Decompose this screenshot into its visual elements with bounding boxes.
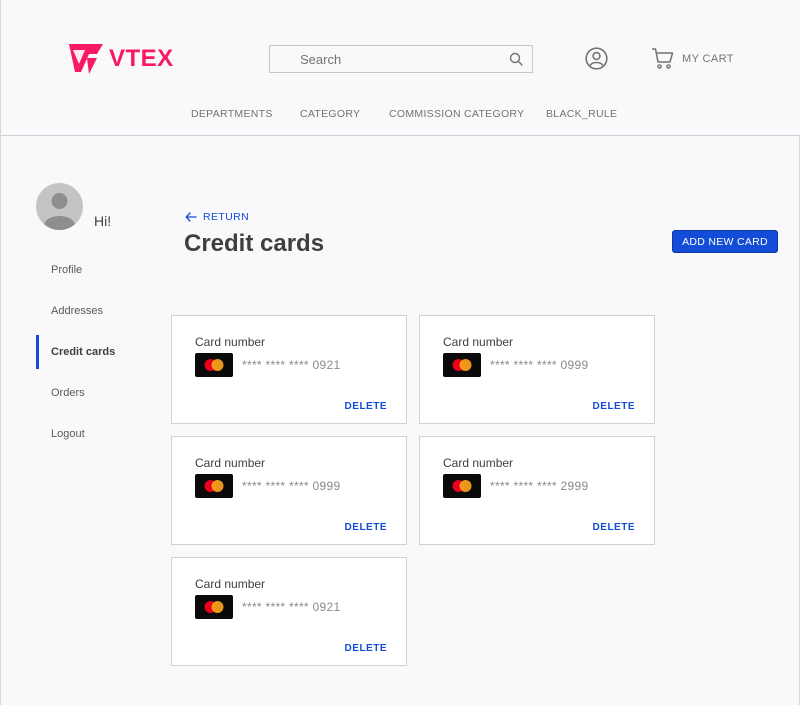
user-profile-button[interactable] xyxy=(585,47,608,75)
add-new-card-button[interactable]: ADD NEW CARD xyxy=(672,230,778,253)
card-title: Card number xyxy=(195,335,266,349)
cart-button[interactable]: MY CART xyxy=(651,47,734,70)
credit-card-item: Card number **** **** **** 0921 DELETE xyxy=(171,557,407,666)
mastercard-icon xyxy=(443,353,481,377)
card-number: **** **** **** 2999 xyxy=(490,479,589,493)
nav-item-commission-category[interactable]: COMMISSION CATEGORY xyxy=(389,108,524,120)
return-label: RETURN xyxy=(203,211,250,223)
mastercard-icon xyxy=(195,353,233,377)
delete-card-button[interactable]: DELETE xyxy=(345,522,387,533)
card-number: **** **** **** 0921 xyxy=(242,600,341,614)
page-title: Credit cards xyxy=(184,230,325,257)
card-title: Card number xyxy=(443,335,514,349)
cart-label: MY CART xyxy=(682,52,734,65)
page-frame: VTEX MY CART DEPARTMENT xyxy=(0,0,800,705)
main-navigation: DEPARTMENTS CATEGORY COMMISSION CATEGORY… xyxy=(1,108,800,124)
logo-text: VTEX xyxy=(109,45,174,72)
card-title: Card number xyxy=(195,577,266,591)
vtex-logo-icon xyxy=(69,44,103,74)
search-bar xyxy=(269,45,533,73)
vtex-logo[interactable]: VTEX xyxy=(67,40,174,78)
nav-item-departments[interactable]: DEPARTMENTS xyxy=(191,108,273,120)
credit-card-item: Card number **** **** **** 0921 DELETE xyxy=(171,315,407,424)
nav-item-category[interactable]: CATEGORY xyxy=(300,108,360,120)
avatar-icon xyxy=(44,193,75,230)
card-number: **** **** **** 0999 xyxy=(242,479,341,493)
sidebar-item-addresses[interactable]: Addresses xyxy=(51,305,103,317)
sidebar-item-profile[interactable]: Profile xyxy=(51,264,82,276)
credit-card-item: Card number **** **** **** 2999 DELETE xyxy=(419,436,655,545)
search-icon[interactable] xyxy=(509,52,523,66)
greeting-text: Hi! xyxy=(94,213,112,229)
card-title: Card number xyxy=(443,456,514,470)
user-profile-icon xyxy=(585,47,608,70)
card-title: Card number xyxy=(195,456,266,470)
sidebar-item-orders[interactable]: Orders xyxy=(51,387,85,399)
card-number: **** **** **** 0999 xyxy=(490,358,589,372)
credit-card-item: Card number **** **** **** 0999 DELETE xyxy=(419,315,655,424)
mastercard-icon xyxy=(195,595,233,619)
nav-item-black-rule[interactable]: BLACK_RULE xyxy=(546,108,617,120)
delete-card-button[interactable]: DELETE xyxy=(345,401,387,412)
avatar xyxy=(36,183,83,230)
return-link[interactable]: RETURN xyxy=(185,211,249,223)
cart-icon xyxy=(652,48,674,69)
mastercard-icon xyxy=(195,474,233,498)
credit-card-item: Card number **** **** **** 0999 DELETE xyxy=(171,436,407,545)
delete-card-button[interactable]: DELETE xyxy=(593,401,635,412)
arrow-left-icon xyxy=(185,212,197,222)
card-number: **** **** **** 0921 xyxy=(242,358,341,372)
active-item-indicator xyxy=(36,335,39,369)
sidebar-item-logout[interactable]: Logout xyxy=(51,428,85,440)
mastercard-icon xyxy=(443,474,481,498)
sidebar-item-credit-cards[interactable]: Credit cards xyxy=(51,346,115,358)
delete-card-button[interactable]: DELETE xyxy=(593,522,635,533)
site-header: VTEX MY CART DEPARTMENT xyxy=(1,0,800,136)
delete-card-button[interactable]: DELETE xyxy=(345,643,387,654)
search-input[interactable] xyxy=(270,46,500,72)
